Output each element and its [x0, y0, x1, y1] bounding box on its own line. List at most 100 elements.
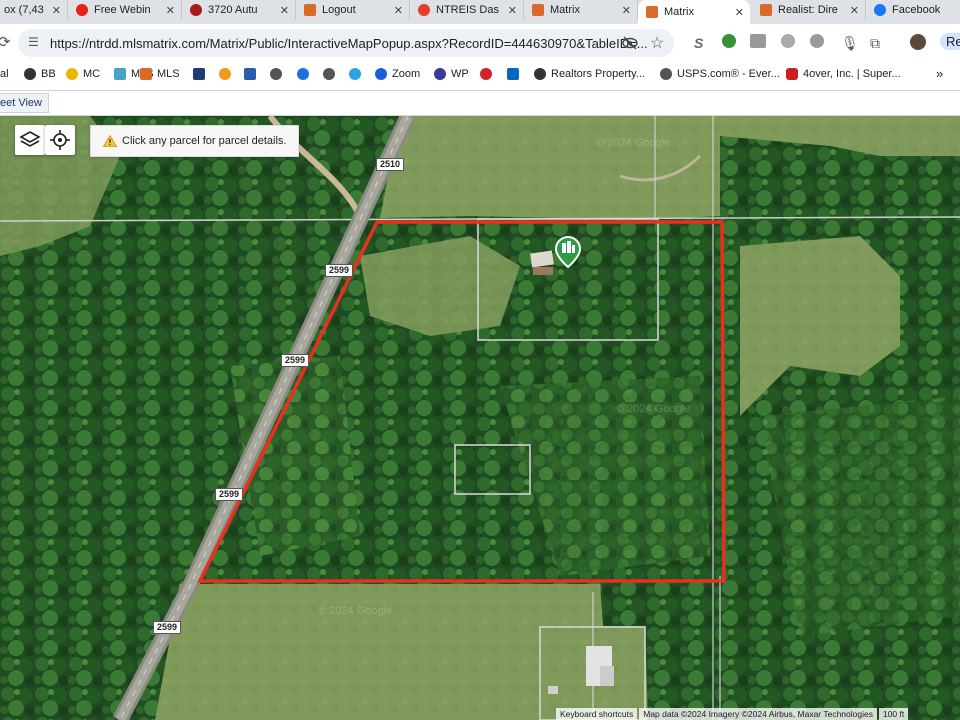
realist-icon	[760, 4, 772, 16]
bookmarks-bar: al BB MC MLS MLS Zoom WP Realtors Proper…	[0, 62, 960, 91]
site-settings-icon[interactable]: ☰	[28, 35, 39, 49]
bookmark-item[interactable]	[323, 68, 340, 80]
bookmark-icon	[297, 68, 309, 80]
tab-label: NTREIS Das	[436, 4, 499, 16]
layers-icon	[19, 131, 41, 147]
road-label-2599: 2599	[153, 621, 182, 634]
bookmark-item[interactable]	[270, 68, 287, 80]
bookmark-item[interactable]	[507, 68, 524, 80]
microphone-icon[interactable]: 🎙	[841, 35, 859, 52]
bookmark-star-icon[interactable]: ☆	[650, 33, 664, 53]
wp-icon	[434, 68, 446, 80]
extension-s-icon[interactable]: S	[694, 35, 703, 51]
bookmark-item[interactable]: Zoom	[375, 68, 420, 80]
facebook-icon	[874, 4, 886, 16]
bookmark-item[interactable]: al	[0, 68, 9, 80]
close-icon[interactable]: ✕	[280, 4, 289, 17]
tab-label: Realist: Dire	[778, 4, 838, 16]
tab-realist[interactable]: Realist: Dire ✕	[752, 0, 866, 20]
google-watermark: © 2024 Google	[596, 137, 670, 149]
tab-ntreis-dashboard[interactable]: NTREIS Das ✕	[410, 0, 524, 20]
bookmark-icon	[786, 68, 798, 80]
road-label-2599: 2599	[215, 488, 244, 501]
close-icon[interactable]: ✕	[52, 4, 61, 17]
bookmark-icon	[24, 68, 36, 80]
parcel-notice: Click any parcel for parcel details.	[90, 125, 300, 157]
bookmark-item[interactable]: BB	[24, 68, 56, 80]
bookmark-item[interactable]: Realtors Property...	[534, 68, 645, 80]
satellite-map[interactable]: © 2024 Google © 2024 Google © 2024 Googl…	[0, 116, 960, 720]
globe-icon	[660, 68, 672, 80]
linkedin-icon	[507, 68, 519, 80]
extensions-puzzle-icon[interactable]: ⧉	[870, 35, 880, 52]
globe-icon	[270, 68, 282, 80]
relaunch-button[interactable]: Re	[940, 33, 960, 50]
url-text: https://ntrdd.mlsmatrix.com/Matrix/Publi…	[50, 36, 648, 51]
extension-green-icon[interactable]	[722, 34, 736, 48]
map-attribution: Map data ©2024 Imagery ©2024 Airbus, Max…	[639, 708, 877, 720]
close-icon[interactable]: ✕	[508, 4, 517, 17]
tab-label: Logout	[322, 4, 356, 16]
road-label-2599: 2599	[281, 354, 310, 367]
bookmark-item[interactable]: MC	[66, 68, 100, 80]
bookmark-item[interactable]	[480, 68, 497, 80]
notice-text: Click any parcel for parcel details.	[122, 135, 287, 147]
bookmarks-overflow-chevron-icon[interactable]: »	[936, 66, 943, 81]
eye-slash-icon[interactable]	[622, 36, 638, 50]
bookmark-item[interactable]: 4over, Inc. | Super...	[786, 68, 901, 80]
extension-code-icon[interactable]	[750, 34, 766, 48]
tab-label: Matrix	[664, 6, 694, 18]
bookmark-item[interactable]: MLS	[140, 68, 180, 80]
road-label-2510: 2510	[376, 158, 405, 171]
crosshair-icon	[50, 130, 70, 150]
close-icon[interactable]: ✕	[735, 6, 744, 19]
reload-icon[interactable]: ⟳	[0, 33, 11, 51]
close-icon[interactable]: ✕	[166, 4, 175, 17]
pinterest-icon	[480, 68, 492, 80]
profile-avatar[interactable]	[910, 34, 926, 50]
google-watermark: © 2024 Google	[318, 605, 392, 617]
address-bar[interactable]: ☰ https://ntrdd.mlsmatrix.com/Matrix/Pub…	[18, 29, 674, 57]
scale-bar[interactable]: 100 ft	[878, 708, 909, 720]
bookmark-icon	[114, 68, 126, 80]
layers-button[interactable]	[15, 125, 45, 155]
tab-inbox[interactable]: ox (7,43 ✕	[0, 0, 68, 20]
map-footer: Keyboard shortcuts Map data ©2024 Imager…	[554, 708, 909, 720]
youtube-icon	[76, 4, 88, 16]
google-watermark: © 2024 Google	[616, 403, 690, 415]
tab-3720-autumn[interactable]: 3720 Autu ✕	[182, 0, 296, 20]
tab-matrix[interactable]: Matrix ✕	[524, 0, 638, 20]
street-view-button[interactable]: eet View	[0, 93, 49, 113]
bookmark-item[interactable]	[193, 68, 210, 80]
road-label-2599: 2599	[325, 264, 354, 277]
zoom-icon	[375, 68, 387, 80]
map-imagery[interactable]: © 2024 Google © 2024 Google © 2024 Googl…	[0, 116, 960, 720]
bookmark-item[interactable]: USPS.com® - Ever...	[660, 68, 780, 80]
tab-label: Free Webin	[94, 4, 151, 16]
close-icon[interactable]: ✕	[850, 4, 859, 17]
extension-fb-icon[interactable]	[810, 34, 824, 48]
bookmark-item[interactable]: WP	[434, 68, 469, 80]
tab-matrix-active[interactable]: Matrix ✕	[638, 0, 750, 24]
tab-facebook[interactable]: Facebook	[866, 0, 960, 20]
close-icon[interactable]: ✕	[622, 4, 631, 17]
tab-label: Matrix	[550, 4, 580, 16]
keyboard-shortcuts-link[interactable]: Keyboard shortcuts	[556, 708, 638, 720]
bookmark-item[interactable]	[349, 68, 366, 80]
telegram-icon	[349, 68, 361, 80]
bookmark-icon	[66, 68, 78, 80]
close-icon[interactable]: ✕	[394, 4, 403, 17]
locate-button[interactable]	[45, 125, 75, 155]
bookmark-item[interactable]	[297, 68, 314, 80]
tab-free-webinar[interactable]: Free Webin ✕	[68, 0, 182, 20]
matrix-icon	[646, 6, 658, 18]
bookmark-icon	[193, 68, 205, 80]
extension-k-icon[interactable]	[781, 34, 795, 48]
tab-label: 3720 Autu	[208, 4, 258, 16]
ntreis-icon	[418, 4, 430, 16]
bookmark-item[interactable]	[244, 68, 261, 80]
matrix-icon	[304, 4, 316, 16]
bookmark-icon	[244, 68, 256, 80]
bookmark-item[interactable]	[219, 68, 236, 80]
tab-logout[interactable]: Logout ✕	[296, 0, 410, 20]
